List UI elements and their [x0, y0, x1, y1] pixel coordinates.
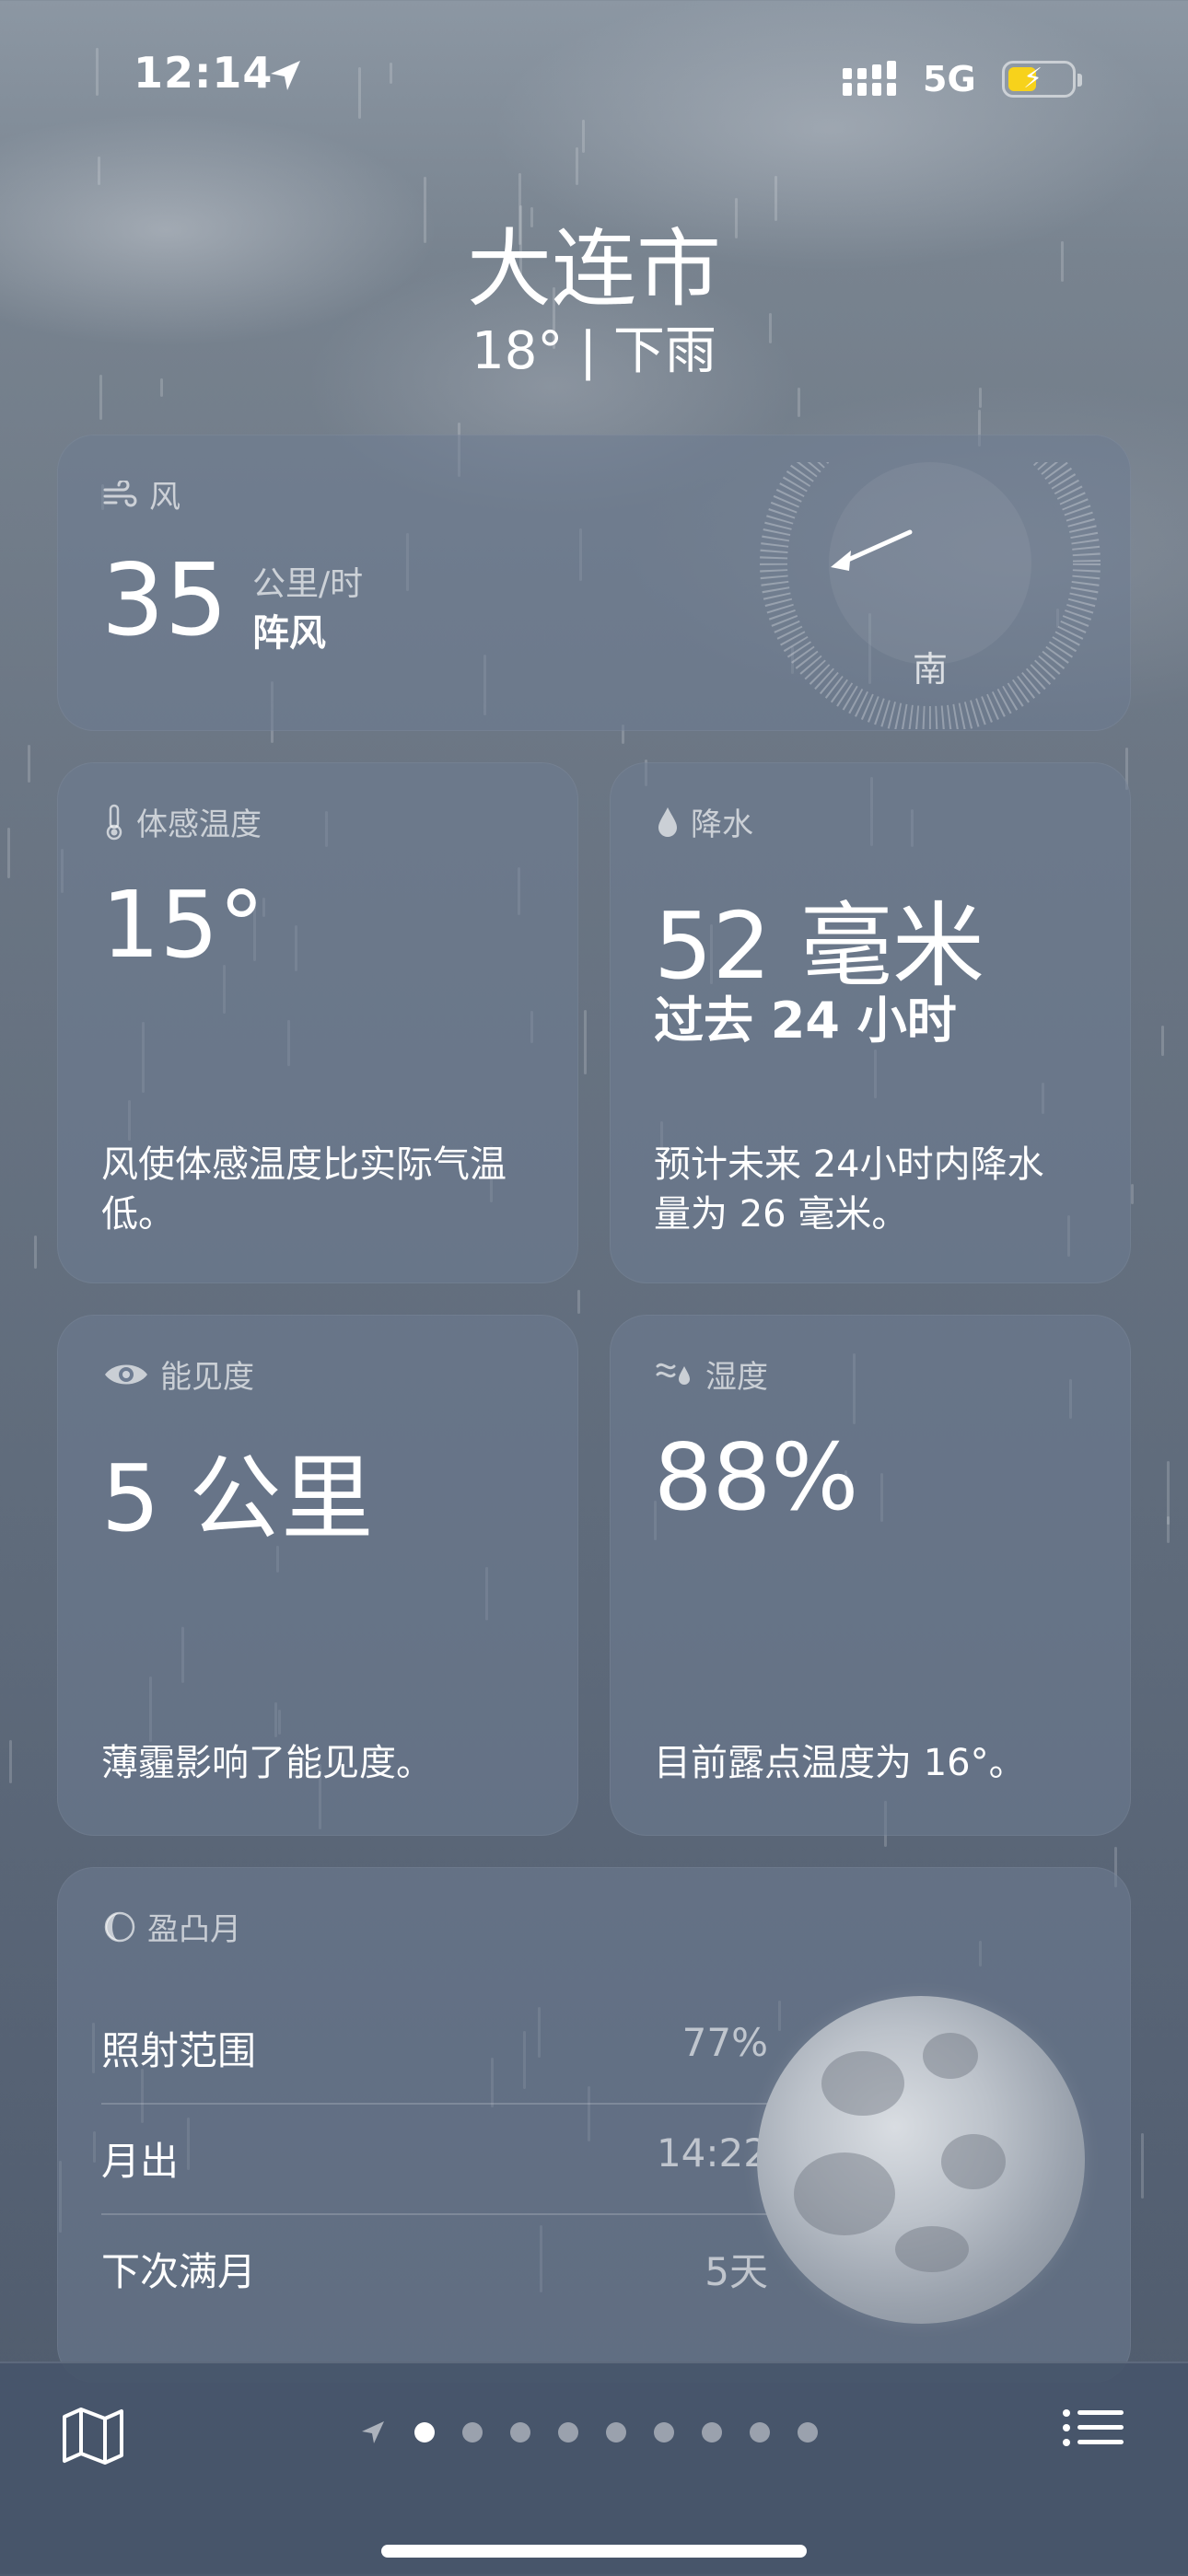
- wind-compass: 南: [760, 462, 1101, 729]
- home-indicator[interactable]: [381, 2545, 807, 2558]
- page-dot[interactable]: [510, 2422, 530, 2443]
- rain-streak: [798, 388, 800, 417]
- feels-like-card[interactable]: 体感温度 15° 风使体感温度比实际气温低。: [57, 762, 578, 1283]
- raindrop-icon: [658, 806, 677, 837]
- page-dot[interactable]: [798, 2422, 818, 2443]
- humidity-card[interactable]: 湿度 88% 目前露点温度为 16°。: [610, 1315, 1131, 1836]
- humidity-icon: [656, 1363, 690, 1385]
- wind-speed: 35: [101, 543, 228, 658]
- feels-like-value: 15°: [101, 871, 265, 979]
- humidity-description: 目前露点温度为 16°。: [654, 1742, 1026, 1784]
- eye-icon: [105, 1364, 147, 1384]
- page-dot[interactable]: [462, 2422, 483, 2443]
- page-dot[interactable]: [606, 2422, 626, 2443]
- rain-streak: [1167, 1516, 1170, 1543]
- rain-streak: [7, 828, 10, 878]
- rain-streak: [98, 157, 100, 185]
- moon-phase-icon: [104, 1911, 135, 1942]
- humidity-title: 湿度: [656, 1352, 768, 1397]
- page-dot[interactable]: [750, 2422, 770, 2443]
- rain-streak: [1141, 2133, 1144, 2199]
- wind-card-title: 风: [103, 471, 181, 516]
- thermometer-icon: [106, 804, 122, 840]
- current-location-icon[interactable]: [359, 2419, 387, 2446]
- visibility-card[interactable]: 能见度 5 公里 薄霾影响了能见度。: [57, 1315, 578, 1836]
- compass-south-label: 南: [913, 649, 948, 690]
- status-time: 12:14: [134, 48, 274, 98]
- rain-streak: [28, 745, 30, 783]
- visibility-description: 薄霾影响了能见度。: [101, 1742, 433, 1784]
- humidity-value: 88%: [654, 1423, 859, 1531]
- wind-gust-label: 阵风: [252, 612, 326, 655]
- rain-streak: [577, 1290, 580, 1314]
- feels-like-description: 风使体感温度比实际气温低。: [101, 1143, 507, 1236]
- page-dot[interactable]: [654, 2422, 674, 2443]
- rain-streak: [584, 1010, 587, 1074]
- current-condition: 18° | 下雨: [472, 321, 716, 381]
- moon-illumination-row: 照射范围 77%: [101, 1992, 768, 2105]
- precipitation-period: 过去 24 小时: [654, 992, 957, 1050]
- rain-streak: [1167, 1461, 1170, 1525]
- next-full-moon-row: 下次满月 5天: [101, 2249, 768, 2294]
- page-dot[interactable]: [414, 2422, 435, 2443]
- visibility-title: 能见度: [103, 1352, 254, 1397]
- rain-streak: [9, 1740, 12, 1783]
- page-indicator[interactable]: [359, 2419, 818, 2446]
- feels-like-title: 体感温度: [103, 799, 262, 844]
- battery-icon: ⚡: [1002, 61, 1082, 98]
- cellular-signal-icon: [843, 61, 896, 96]
- precipitation-title: 降水: [656, 799, 753, 844]
- wind-icon: [103, 480, 137, 506]
- city-name: 大连市: [466, 220, 721, 319]
- wind-card[interactable]: 风 35 公里/时 阵风 南: [57, 435, 1131, 731]
- wind-unit: 公里/时: [252, 565, 364, 603]
- status-bar: 12:14 5G ⚡: [0, 0, 1188, 157]
- precipitation-card[interactable]: 降水 52 毫米 过去 24 小时 预计未来 24小时内降水量为 26 毫米。: [610, 762, 1131, 1283]
- moon-image: [757, 1996, 1085, 2324]
- rain-streak: [34, 1236, 37, 1269]
- moon-card[interactable]: 盈凸月 照射范围 77% 月出 14:22 下次满月 5天: [57, 1867, 1131, 2383]
- rain-streak: [1161, 1026, 1164, 1056]
- rain-streak: [979, 388, 982, 408]
- bottom-toolbar: [0, 2361, 1188, 2576]
- moonrise-row: 月出 14:22: [101, 2103, 768, 2215]
- location-arrow-icon: [271, 61, 300, 90]
- network-type: 5G: [923, 59, 976, 99]
- moon-title: 盈凸月: [103, 1904, 241, 1949]
- map-icon[interactable]: [61, 2406, 125, 2466]
- precipitation-description: 预计未来 24小时内降水量为 26 毫米。: [654, 1143, 1044, 1236]
- rain-streak: [1131, 1184, 1134, 1204]
- city-list-icon[interactable]: [1061, 2406, 1125, 2461]
- page-dot[interactable]: [702, 2422, 722, 2443]
- visibility-value: 5 公里: [101, 1445, 374, 1552]
- page-dot[interactable]: [558, 2422, 578, 2443]
